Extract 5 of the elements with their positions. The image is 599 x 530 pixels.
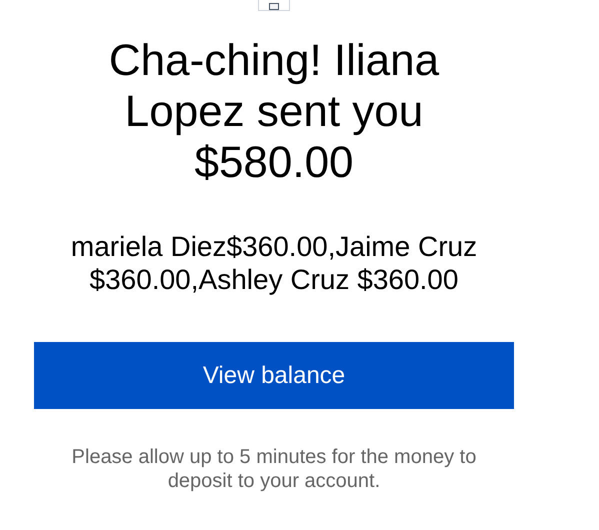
deposit-note: Please allow up to 5 minutes for the money to deposit to your account. (70, 445, 478, 493)
broken-image-icon (258, 0, 290, 11)
heading: Cha-ching! Iliana Lopez sent you $580.00 (108, 35, 440, 188)
view-balance-button[interactable]: View balance (34, 342, 514, 409)
payment-details: mariela Diez$360.00,Jaime Cruz $360.00,Ashley Cruz $360.00 (70, 230, 478, 296)
